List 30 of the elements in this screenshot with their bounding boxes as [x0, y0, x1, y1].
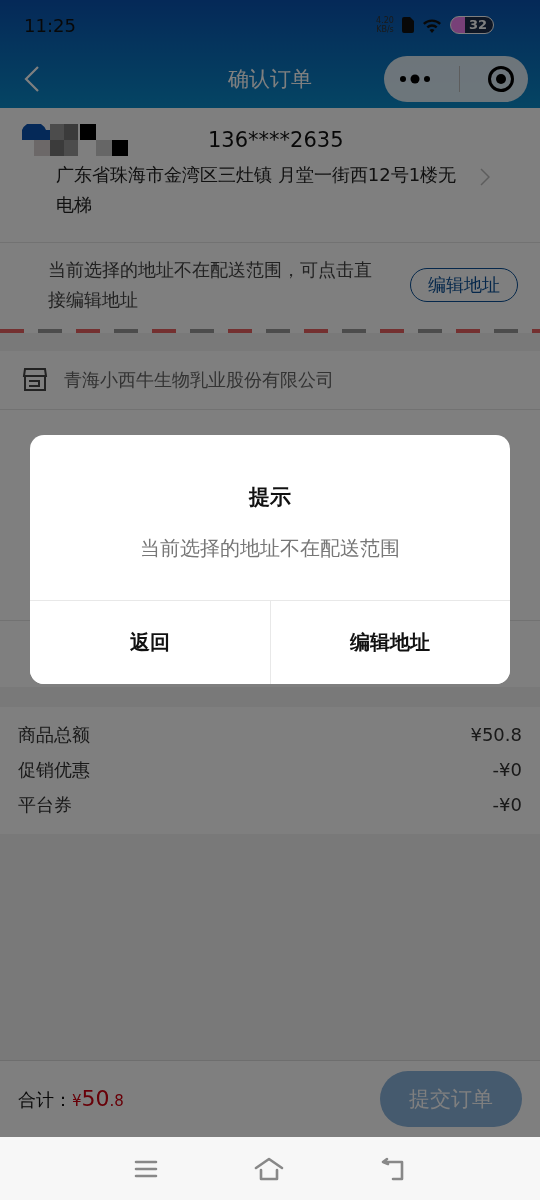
summary-value: ¥50.8 [470, 723, 522, 747]
summary-value: -¥0 [492, 793, 522, 817]
page-title: 确认订单 [227, 66, 313, 93]
network-speed: 4.20 KB/s [376, 16, 394, 34]
status-time: 11:25 [24, 14, 76, 36]
menu-icon[interactable] [134, 1158, 158, 1179]
dialog-title: 提示 [247, 484, 292, 511]
total-label: 合计： [18, 1089, 72, 1110]
chevron-right-icon[interactable] [480, 168, 490, 186]
sim-icon [401, 17, 414, 33]
total-amount: ¥50.8 [72, 1086, 124, 1111]
dialog-button[interactable]: 编辑地址 [269, 601, 510, 684]
back-icon[interactable] [24, 65, 40, 93]
summary-label: 促销优惠 [18, 758, 90, 782]
summary-value: -¥0 [492, 758, 522, 782]
notice-text: 当前选择的地址不在配送范围，可点击直接编辑地址 [48, 258, 373, 312]
store-icon [22, 367, 48, 393]
close-icon[interactable] [486, 65, 515, 93]
edit-address-button[interactable]: 编辑地址 [410, 268, 518, 302]
address-text[interactable]: 广东省珠海市金湾区三灶镇 月堂一街西12号1楼无电梯 [56, 160, 466, 220]
wifi-icon [421, 17, 442, 33]
summary-label: 商品总额 [18, 723, 90, 747]
back-arrow-icon[interactable] [380, 1156, 406, 1181]
more-icon[interactable] [397, 73, 432, 85]
summary-label: 平台券 [18, 793, 72, 817]
store-name: 青海小西牛生物乳业股份有限公司 [64, 368, 334, 392]
dialog-message: 当前选择的地址不在配送范围 [139, 535, 401, 562]
battery-indicator: 32 [449, 16, 494, 34]
phone-number: 136****2635 [208, 128, 344, 152]
home-icon[interactable] [254, 1156, 284, 1181]
